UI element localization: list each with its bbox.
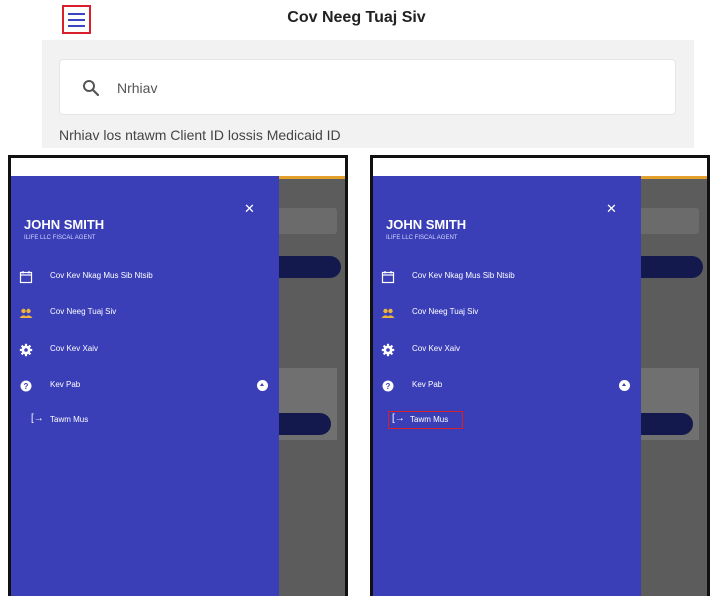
search-input[interactable]: Nrhiav [59,59,676,115]
page-title: Cov Neeg Tuaj Siv [287,9,426,26]
menu-item-appointments[interactable]: Cov Kev Nkag Mus Sib Ntsib [11,266,279,290]
menu-item-label: Cov Neeg Tuaj Siv [412,307,479,316]
gear-icon [19,343,33,357]
menu-item-label: Cov Kev Xaiv [50,344,99,353]
background-button [635,413,693,435]
logout-label: Tawm Mus [410,415,449,424]
menu-item-label: Kev Pab [412,380,443,389]
user-organization: ILIFE LLC FISCAL AGENT [386,235,458,241]
calendar-icon [381,271,395,284]
people-icon [19,308,33,318]
background-button [635,256,703,278]
menu-item-clients[interactable]: Cov Neeg Tuaj Siv [11,302,279,326]
phone-screenshot-drawer-logout-highlighted: ✕ JOHN SMITH ILIFE LLC FISCAL AGENT Cov … [370,155,710,596]
user-name: JOHN SMITH [386,217,467,232]
menu-item-label: Cov Kev Xaiv [412,344,461,353]
background-search-field [639,208,699,234]
logout-button[interactable]: [→ Tawm Mus [29,411,95,429]
background-search-field [277,208,337,234]
svg-text:?: ? [386,382,391,391]
menu-item-help[interactable]: ? Kev Pab [11,375,279,399]
menu-item-label: Cov Kev Nkag Mus Sib Ntsib [412,271,515,280]
logout-label: Tawm Mus [50,415,89,424]
svg-text:?: ? [24,382,29,391]
search-hint: Nrhiav los ntawm Client ID lossis Medica… [59,127,341,143]
menu-item-clients[interactable]: Cov Neeg Tuaj Siv [373,302,641,326]
navigation-drawer: ✕ JOHN SMITH ILIFE LLC FISCAL AGENT Cov … [373,176,641,596]
calendar-icon [19,271,33,284]
logout-icon: [→ [392,413,405,424]
status-bar [11,158,345,176]
chevron-up-icon[interactable] [257,380,268,391]
menu-item-appointments[interactable]: Cov Kev Nkag Mus Sib Ntsib [373,266,641,290]
chevron-up-icon[interactable] [619,380,630,391]
menu-item-help[interactable]: ? Kev Pab [373,375,641,399]
close-icon[interactable]: ✕ [244,201,255,217]
gear-icon [381,343,395,357]
status-bar [373,158,707,176]
close-icon[interactable]: ✕ [606,201,617,217]
menu-item-settings[interactable]: Cov Kev Xaiv [11,339,279,363]
logout-button[interactable]: [→ Tawm Mus [388,411,463,429]
navigation-drawer: ✕ JOHN SMITH ILIFE LLC FISCAL AGENT Cov … [11,176,279,596]
help-icon: ? [382,380,394,392]
menu-item-label: Cov Neeg Tuaj Siv [50,307,117,316]
background-button [273,256,341,278]
user-name: JOHN SMITH [24,217,105,232]
user-organization: ILIFE LLC FISCAL AGENT [24,235,96,241]
search-icon [83,80,100,97]
people-icon [381,308,395,318]
logout-icon: [→ [31,413,44,424]
menu-item-settings[interactable]: Cov Kev Xaiv [373,339,641,363]
background-button [273,413,331,435]
menu-item-label: Cov Kev Nkag Mus Sib Ntsib [50,271,153,280]
menu-item-label: Kev Pab [50,380,81,389]
search-input-text: Nrhiav [117,80,158,96]
help-icon: ? [20,380,32,392]
phone-screenshot-drawer: ✕ JOHN SMITH ILIFE LLC FISCAL AGENT Cov … [8,155,348,596]
